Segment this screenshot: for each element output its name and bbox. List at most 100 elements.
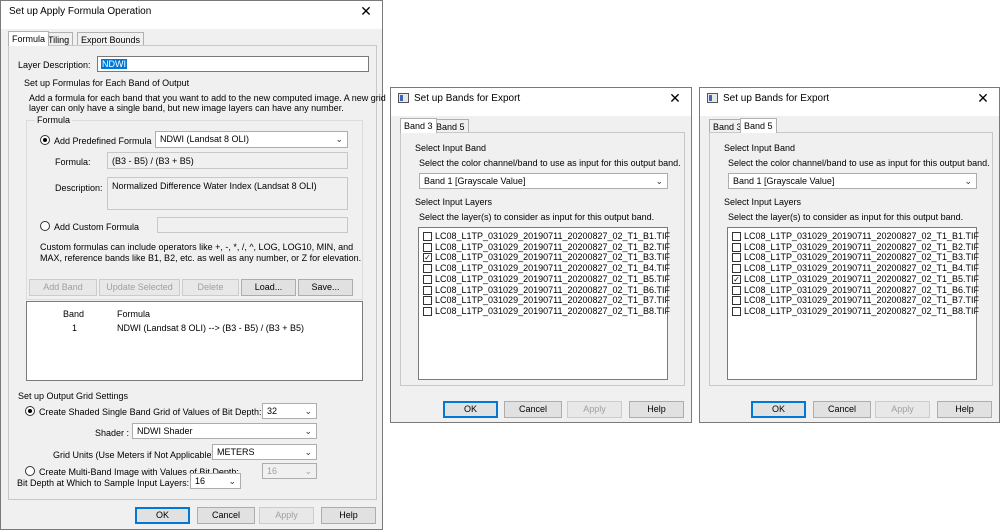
tab-band-5[interactable]: Band 5 — [740, 118, 777, 133]
formula-label: Formula: — [55, 157, 91, 167]
predefined-formula-select[interactable]: NDWI (Landsat 8 OLI) ⌄ — [155, 131, 348, 148]
tab-export-bounds[interactable]: Export Bounds — [77, 32, 145, 46]
sample-depth-select[interactable]: 16 ⌄ — [190, 473, 241, 489]
ok-button[interactable]: OK — [135, 507, 190, 524]
help-button[interactable]: Help — [937, 401, 992, 418]
layer-checkbox[interactable]: ✓ — [423, 253, 432, 263]
close-icon[interactable]: ✕ — [975, 90, 991, 106]
tab-formula[interactable]: Formula — [8, 31, 50, 46]
close-icon[interactable]: ✕ — [667, 90, 683, 106]
help-button[interactable]: Help — [321, 507, 376, 524]
button-label: Apply — [583, 404, 606, 414]
chevron-down-icon: ⌄ — [304, 426, 312, 436]
shader-select[interactable]: NDWI Shader ⌄ — [132, 423, 317, 439]
layer-checkbox[interactable] — [423, 296, 432, 306]
cancel-button[interactable]: Cancel — [813, 401, 871, 418]
button-label: Help — [955, 404, 974, 414]
tab-band-3[interactable]: Band 3 — [400, 118, 437, 133]
formulas-header: Set up Formulas for Each Band of Output — [24, 78, 190, 88]
delete-button[interactable]: Delete — [182, 279, 239, 296]
layer-checkbox[interactable] — [732, 285, 741, 295]
description-value: Normalized Difference Water Index (Lands… — [112, 181, 317, 191]
selected-text: NDWI — [101, 59, 127, 69]
input-layers-list[interactable]: LC08_L1TP_031029_20190711_20200827_02_T1… — [727, 227, 980, 380]
layer-name: LC08_L1TP_031029_20190711_20200827_02_T1… — [744, 305, 980, 316]
layer-name: LC08_L1TP_031029_20190711_20200827_02_T1… — [744, 273, 980, 284]
formula-group-label: Formula — [35, 115, 73, 125]
input-layers-header: Select Input Layers — [724, 197, 802, 207]
button-label: Apply — [891, 404, 914, 414]
title-bar: Set up Bands for Export ✕ — [391, 88, 691, 110]
layer-checkbox[interactable] — [732, 296, 741, 306]
predefined-formula-radio[interactable] — [40, 135, 50, 145]
custom-help-line-1: Custom formulas can include operators li… — [40, 242, 354, 252]
layer-checkbox[interactable] — [423, 242, 432, 252]
multiband-bit-depth-select[interactable]: 16 ⌄ — [262, 463, 317, 479]
save-button[interactable]: Save... — [298, 279, 353, 296]
shader-value: NDWI Shader — [137, 426, 193, 436]
load-button[interactable]: Load... — [241, 279, 296, 296]
shaded-grid-label: Create Shaded Single Band Grid of Values… — [39, 407, 262, 417]
input-layers-list[interactable]: LC08_L1TP_031029_20190711_20200827_02_T1… — [418, 227, 671, 380]
band-tab-panel: Select Input Band Select the color chann… — [709, 132, 993, 386]
table-row[interactable]: 1 NDWI (Landsat 8 OLI) --> (B3 - B5) / (… — [27, 321, 362, 335]
grid-units-select[interactable]: METERS ⌄ — [212, 444, 317, 460]
custom-formula-radio[interactable] — [40, 221, 50, 231]
apply-button[interactable]: Apply — [567, 401, 622, 418]
layer-checkbox[interactable] — [423, 306, 432, 316]
cancel-button[interactable]: Cancel — [504, 401, 562, 418]
multiband-image-radio[interactable] — [25, 466, 35, 476]
update-selected-button[interactable]: Update Selected — [99, 279, 180, 296]
input-layers-header: Select Input Layers — [415, 197, 493, 207]
layer-checkbox[interactable] — [732, 306, 741, 316]
ok-button[interactable]: OK — [751, 401, 806, 418]
column-header-band: Band — [63, 309, 85, 319]
bands-export-dialog-band-5: Set up Bands for Export ✕ Band 3 Band 5 … — [699, 87, 1000, 423]
layer-checkbox[interactable] — [732, 253, 741, 263]
help-button[interactable]: Help — [629, 401, 684, 418]
layer-checkbox[interactable] — [732, 232, 741, 241]
dialog-title: Set up Bands for Export — [414, 93, 521, 104]
shaded-bit-depth-select[interactable]: 32 ⌄ — [262, 403, 317, 419]
button-label: OK — [771, 404, 785, 414]
chevron-down-icon: ⌄ — [335, 134, 343, 144]
formula-value: (B3 - B5) / (B3 + B5) — [112, 156, 194, 166]
band-formula-table[interactable]: Band Formula 1 NDWI (Landsat 8 OLI) --> … — [26, 301, 363, 381]
layer-checkbox[interactable] — [732, 242, 741, 252]
ok-button[interactable]: OK — [443, 401, 498, 418]
input-band-select[interactable]: Band 1 [Grayscale Value] ⌄ — [728, 173, 977, 189]
layer-checkbox[interactable]: ✓ — [732, 274, 741, 284]
cancel-button[interactable]: Cancel — [197, 507, 255, 524]
sample-depth-value: 16 — [195, 476, 206, 486]
input-band-value: Band 1 [Grayscale Value] — [424, 176, 526, 186]
custom-formula-input[interactable] — [157, 217, 348, 233]
apply-button[interactable]: Apply — [875, 401, 930, 418]
input-band-header: Select Input Band — [415, 143, 487, 153]
layer-name: LC08_L1TP_031029_20190711_20200827_02_T1… — [435, 252, 671, 263]
tab-label: Band 3 — [713, 122, 742, 132]
layer-checkbox[interactable] — [423, 274, 432, 284]
dialog-title: Set up Bands for Export — [723, 93, 830, 104]
input-band-value: Band 1 [Grayscale Value] — [733, 176, 835, 186]
multiband-bit-depth-value: 16 — [267, 466, 278, 476]
dialog-body: Formula Tiling Export Bounds Layer Descr… — [1, 29, 386, 529]
formulas-help-line-1: Add a formula for each band that you wan… — [29, 93, 386, 103]
input-band-help: Select the color channel/band to use as … — [728, 158, 990, 168]
button-label: Load... — [254, 282, 283, 292]
shaded-grid-radio[interactable] — [25, 406, 35, 416]
checkmark-icon: ✓ — [424, 253, 431, 263]
layer-name: LC08_L1TP_031029_20190711_20200827_02_T1… — [435, 273, 671, 284]
layer-checkbox[interactable] — [423, 232, 432, 241]
layer-description-input[interactable]: NDWI — [97, 56, 369, 72]
tab-band-5[interactable]: Band 5 — [432, 119, 469, 133]
button-label: Delete — [197, 282, 224, 292]
layer-checkbox[interactable] — [423, 285, 432, 295]
layer-checkbox[interactable] — [423, 264, 432, 274]
input-band-select[interactable]: Band 1 [Grayscale Value] ⌄ — [419, 173, 668, 189]
close-icon[interactable]: ✕ — [358, 3, 374, 19]
layer-checkbox[interactable] — [732, 264, 741, 274]
apply-button[interactable]: Apply — [259, 507, 314, 524]
input-layers-help: Select the layer(s) to consider as input… — [728, 212, 964, 222]
add-band-button[interactable]: Add Band — [29, 279, 97, 296]
title-bar: Set up Bands for Export ✕ — [700, 88, 999, 110]
